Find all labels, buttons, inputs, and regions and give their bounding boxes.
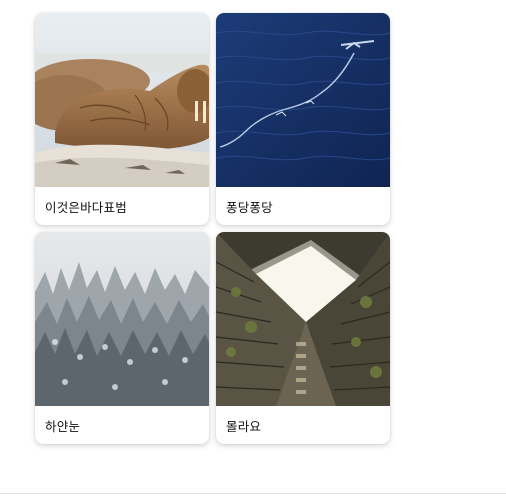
image-card-grid: 이것은바다표범 퐁당퐁당 하얀눈 몰라요	[35, 13, 390, 444]
building-courtyard-photo	[216, 232, 390, 406]
card-building[interactable]: 몰라요	[216, 232, 390, 444]
ocean-water-photo	[216, 13, 390, 187]
card-walrus[interactable]: 이것은바다표범	[35, 13, 209, 225]
card-ocean[interactable]: 퐁당퐁당	[216, 13, 390, 225]
card-title: 몰라요	[226, 419, 262, 434]
snowy-forest-photo	[35, 232, 209, 406]
divider	[0, 493, 506, 494]
walrus-photo	[35, 13, 209, 187]
card-title: 하얀눈	[45, 419, 81, 434]
card-title: 이것은바다표범	[45, 200, 127, 215]
card-title: 퐁당퐁당	[226, 200, 273, 215]
page: 이것은바다표범 퐁당퐁당 하얀눈 몰라요	[0, 0, 506, 496]
card-snowy-forest[interactable]: 하얀눈	[35, 232, 209, 444]
